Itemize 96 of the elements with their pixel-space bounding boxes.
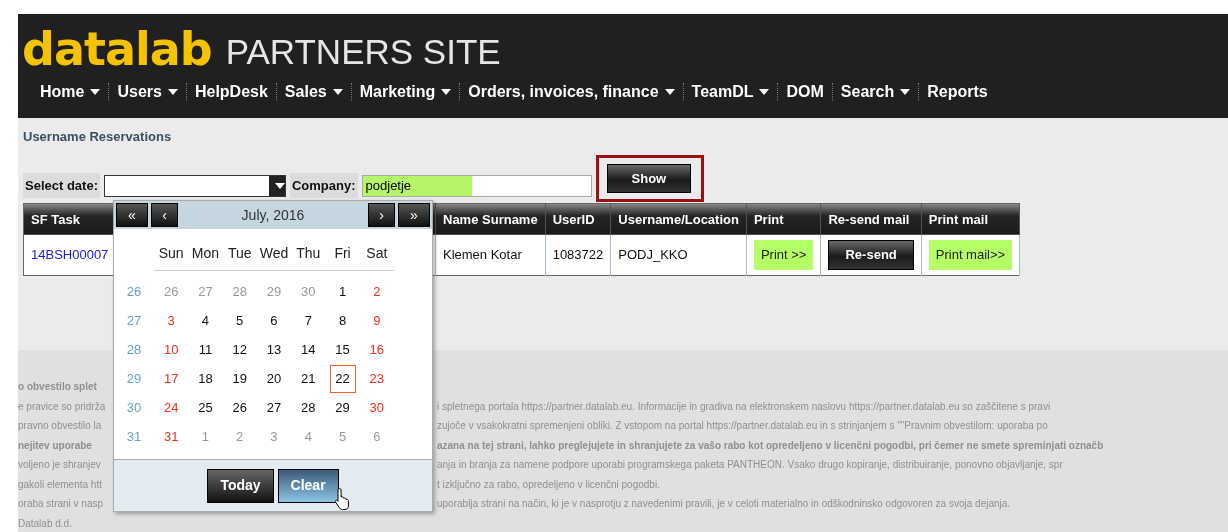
show-button[interactable]: Show xyxy=(606,163,692,194)
print-mail-button[interactable]: Print mail>> xyxy=(928,240,1013,270)
legal-text: Datalab d.d. xyxy=(18,516,73,531)
weekday-label: Tue xyxy=(222,243,257,271)
calendar-day[interactable]: 24 xyxy=(158,394,185,422)
legal-text: uporablja strani na način, ki je v nasprotju z navedenimi pravili, je v celoti materialno in odškodninsko odgovoren za svoja dejanja. xyxy=(437,497,1011,511)
week-number: 31 xyxy=(125,428,143,446)
nav-menu-item[interactable]: Sales xyxy=(276,80,351,104)
field-label: Company: xyxy=(290,172,358,199)
table-cell: 1083722 xyxy=(545,235,611,275)
caret-icon xyxy=(275,182,285,189)
weekday-label: Sat xyxy=(359,243,394,271)
nav-button[interactable]: › xyxy=(368,203,395,227)
calendar-day[interactable]: 29 xyxy=(329,394,356,422)
legal-text: pravno obvestilo la xyxy=(18,419,103,433)
nav-menu-item[interactable]: Search xyxy=(832,80,919,104)
calendar-day[interactable]: 2 xyxy=(363,278,390,306)
legal-text: gakoli elementa htt xyxy=(18,477,103,492)
legal-text: e pravice so pridrža xyxy=(18,399,107,414)
calendar-day[interactable]: 1 xyxy=(329,278,356,306)
calendar-day[interactable]: 31 xyxy=(158,423,185,451)
nav-button[interactable]: » xyxy=(398,203,430,227)
calendar-day[interactable]: 23 xyxy=(363,365,390,393)
calendar-day[interactable]: 9 xyxy=(363,307,390,335)
dropdown-button[interactable] xyxy=(269,175,285,196)
legal-text: o obvestilo splet xyxy=(18,380,98,394)
weekday-label: Fri xyxy=(325,243,360,271)
nav-menu-item[interactable]: Marketing xyxy=(351,80,460,104)
calendar-day[interactable]: 27 xyxy=(261,394,287,422)
print-button[interactable]: Print >> xyxy=(753,240,814,270)
logo[interactable]: datalab xyxy=(22,24,212,74)
resend-button[interactable]: Re-send xyxy=(828,240,914,270)
page-title: Username Reservations xyxy=(23,128,173,146)
table-cell: Klemen Kotar xyxy=(435,235,546,275)
calendar-day[interactable]: 19 xyxy=(226,365,253,393)
calendar-day[interactable]: 25 xyxy=(192,394,219,422)
nav-menu-item[interactable]: TeamDL xyxy=(683,80,778,104)
nav-menu-item[interactable]: HelpDesk xyxy=(186,80,276,104)
company-field[interactable]: podjetje xyxy=(361,174,592,197)
legal-text: nejitev uporabe xyxy=(18,438,93,453)
week-number: 26 xyxy=(125,283,143,301)
legal-text: t izključno za rabo, opredeljeno v licenčni pogodbi. xyxy=(437,477,660,492)
calendar-day[interactable]: 16 xyxy=(363,336,390,364)
column-header: UserID xyxy=(545,203,611,235)
month-title: July, 2016 xyxy=(240,205,306,225)
site-title: PARTNERS SITE xyxy=(225,31,501,73)
column-header: Username/Location xyxy=(610,203,747,235)
calendar-day[interactable]: 7 xyxy=(295,307,322,335)
calendar-day[interactable]: 20 xyxy=(261,365,287,393)
calendar-day[interactable]: 26 xyxy=(226,394,253,422)
calendar-day[interactable]: 13 xyxy=(261,336,287,364)
legal-text: voljeno je shranjev xyxy=(18,458,102,472)
calendar-day[interactable]: 12 xyxy=(226,336,253,364)
calendar-day[interactable]: 6 xyxy=(261,307,287,335)
calendar-day[interactable]: 30 xyxy=(363,394,390,422)
calendar-day[interactable]: 8 xyxy=(329,307,356,335)
weekday-label: Wed xyxy=(256,243,292,271)
weekday-label: Thu xyxy=(291,243,326,271)
nav-menu-item[interactable]: DOM xyxy=(778,80,832,104)
task-link[interactable]: 14BSH00007 xyxy=(31,247,109,262)
nav-menu-item[interactable]: Users xyxy=(109,80,186,104)
legal-text: oraba strani v nasp xyxy=(18,497,105,511)
calendar-day[interactable]: 17 xyxy=(158,365,185,393)
field-label: Select date: xyxy=(23,172,100,199)
nav-button[interactable]: ‹ xyxy=(151,203,178,227)
legal-text: azana na tej strani, lahko preglejujete in shranjujete za vašo rabo kot opredeljeno v licenčni pogodbi, pri čemer ne smete spreminjati označb xyxy=(437,438,1104,453)
calendar-day[interactable]: 15 xyxy=(329,336,356,364)
nav-menu-item[interactable]: Reports xyxy=(919,80,996,104)
calendar-day[interactable]: 28 xyxy=(295,394,322,422)
nav-menu-item[interactable]: Home xyxy=(32,80,109,104)
week-number: 27 xyxy=(125,312,143,330)
calendar-day[interactable]: 4 xyxy=(192,307,219,335)
week-number: 30 xyxy=(125,399,143,417)
calendar-button[interactable]: Today xyxy=(207,468,274,503)
week-number: 29 xyxy=(125,370,143,388)
weekday-label: Sun xyxy=(154,243,189,271)
nav-menu-item[interactable]: Orders, invoices, finance xyxy=(460,80,683,104)
weekday-label: Mon xyxy=(188,243,223,271)
column-header: Print xyxy=(746,203,821,235)
legal-text: anja in branja za namene podpore uporabi programskega paketa PANTHEON. Vsako drugo kopiranje, distribuiranje, ponovno objavljanje, spr xyxy=(437,458,1063,472)
column-header: Print mail xyxy=(921,203,1020,235)
calendar-day[interactable]: 3 xyxy=(158,307,185,335)
calendar-day[interactable]: 18 xyxy=(192,365,219,393)
date-field[interactable] xyxy=(104,174,286,197)
week-number: 28 xyxy=(125,341,143,359)
legal-text: zujoče v vsakokratni spremenjeni obliki. Z vstopom na portal https://partner.datalab.eu in s strinjanjem s ""Pravnim obvestilom: uporaba po xyxy=(437,419,1048,433)
calendar-day[interactable]: 11 xyxy=(192,336,219,364)
calendar-day[interactable]: 10 xyxy=(158,336,185,364)
nav-button[interactable]: « xyxy=(116,203,148,227)
calendar-day[interactable]: 22 xyxy=(329,365,356,393)
calendar-day[interactable]: 5 xyxy=(226,307,253,335)
calendar-day[interactable]: 21 xyxy=(295,365,322,393)
column-header: Re-send mail xyxy=(820,203,922,235)
column-header: Name Surname xyxy=(435,203,546,235)
table-cell: PODJ_KKO xyxy=(610,235,747,275)
calendar-day[interactable]: 14 xyxy=(295,336,322,364)
